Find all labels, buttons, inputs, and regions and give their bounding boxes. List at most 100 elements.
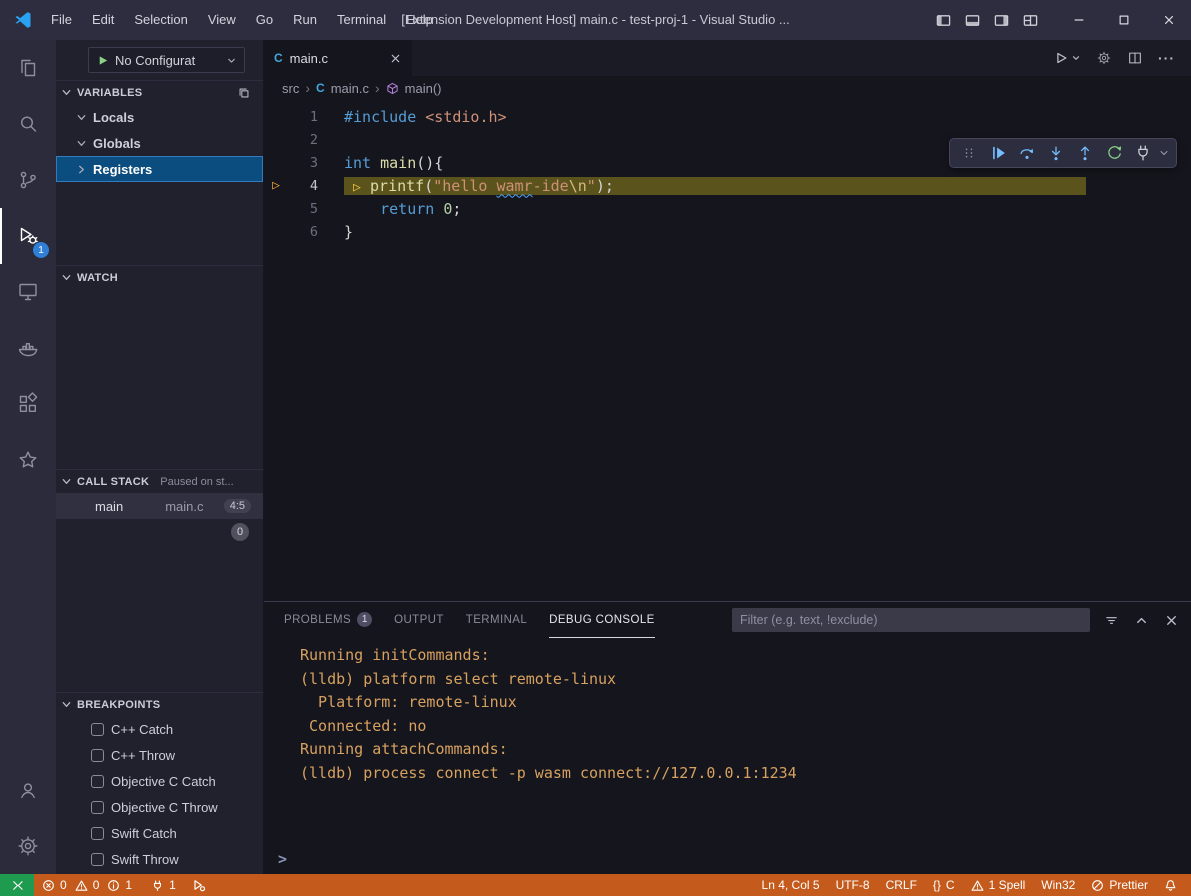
filter-icon[interactable] xyxy=(1104,613,1119,628)
copy-value-icon[interactable] xyxy=(237,86,251,100)
menu-terminal[interactable]: Terminal xyxy=(327,0,396,40)
code-line-4[interactable]: ▷4 ▷printf("hello wamr-ide\n"); xyxy=(264,174,1191,197)
variables-item-registers[interactable]: Registers xyxy=(56,156,263,182)
activity-favorites[interactable] xyxy=(0,432,56,488)
activity-accounts[interactable] xyxy=(0,762,56,818)
play-icon xyxy=(1053,50,1069,66)
breadcrumb-symbol[interactable]: main() xyxy=(405,81,442,96)
activity-run-and-debug[interactable]: 1 xyxy=(0,208,56,264)
disconnect-button[interactable] xyxy=(1129,141,1156,165)
code-line-content[interactable]: } xyxy=(344,223,1191,241)
watch-section-header[interactable]: WATCH xyxy=(56,265,263,289)
step-over-button[interactable] xyxy=(1013,141,1040,165)
restart-button[interactable] xyxy=(1100,141,1127,165)
menu-edit[interactable]: Edit xyxy=(82,0,124,40)
call-stack-section-header[interactable]: CALL STACK Paused on st... xyxy=(56,469,263,493)
menu-run[interactable]: Run xyxy=(283,0,327,40)
maximize-panel-icon[interactable] xyxy=(1134,613,1149,628)
configure-gear-button[interactable] xyxy=(1096,50,1112,66)
breakpoint-item[interactable]: C++ Throw xyxy=(56,742,263,768)
more-actions-button[interactable]: ··· xyxy=(1158,50,1175,66)
variables-item-locals[interactable]: Locals xyxy=(56,104,263,130)
code-line-1[interactable]: 1#include <stdio.h> xyxy=(264,105,1191,128)
notifications-bell[interactable] xyxy=(1156,874,1185,896)
breakpoint-item[interactable]: Swift Throw xyxy=(56,846,263,872)
split-editor-button[interactable] xyxy=(1127,50,1143,66)
breakpoint-item[interactable]: Objective C Throw xyxy=(56,794,263,820)
breakpoint-item[interactable]: Objective C Catch xyxy=(56,768,263,794)
step-out-button[interactable] xyxy=(1071,141,1098,165)
encoding-indicator[interactable]: UTF-8 xyxy=(828,874,878,896)
ports-status[interactable]: 1 xyxy=(143,874,184,896)
breadcrumb-file[interactable]: main.c xyxy=(331,81,369,96)
panel-tab-problems[interactable]: PROBLEMS1 xyxy=(284,602,372,638)
chevron-down-icon[interactable] xyxy=(1158,147,1171,159)
variables-section-header[interactable]: VARIABLES xyxy=(56,80,263,104)
debug-console-input[interactable]: > xyxy=(264,844,1191,874)
debug-session-status[interactable] xyxy=(184,874,214,896)
console-filter-input[interactable] xyxy=(732,608,1090,632)
breadcrumb-folder[interactable]: src xyxy=(282,81,299,96)
formatter-status[interactable]: Prettier xyxy=(1083,874,1156,896)
customize-layout-icon[interactable] xyxy=(1023,13,1038,28)
activity-source-control[interactable] xyxy=(0,152,56,208)
toggle-sidebar-right-icon[interactable] xyxy=(994,13,1009,28)
panel-tab-terminal[interactable]: TERMINAL xyxy=(466,602,527,638)
activity-search[interactable] xyxy=(0,96,56,152)
code-line-6[interactable]: 6} xyxy=(264,220,1191,243)
cursor-position[interactable]: Ln 4, Col 5 xyxy=(754,874,828,896)
tab-main-c[interactable]: C main.c xyxy=(264,40,412,76)
drag-handle-icon[interactable] xyxy=(955,141,982,165)
close-window-button[interactable] xyxy=(1146,0,1191,40)
remote-indicator[interactable] xyxy=(0,874,34,896)
menu-go[interactable]: Go xyxy=(246,0,283,40)
breakpoint-item[interactable]: Swift Catch xyxy=(56,820,263,846)
close-panel-icon[interactable] xyxy=(1164,613,1179,628)
breakpoint-checkbox[interactable] xyxy=(91,723,104,736)
activity-settings[interactable] xyxy=(0,818,56,874)
activity-extensions[interactable] xyxy=(0,376,56,432)
breakpoint-checkbox[interactable] xyxy=(91,853,104,866)
panel-tab-label: TERMINAL xyxy=(466,614,527,626)
workbench: 1 No Configurat VARIABLES xyxy=(0,40,1191,874)
debug-config-dropdown[interactable]: No Configurat xyxy=(88,47,245,73)
continue-button[interactable] xyxy=(984,141,1011,165)
problems-status[interactable]: 0 0 1 xyxy=(34,874,143,896)
panel-tab-output[interactable]: OUTPUT xyxy=(394,602,444,638)
variables-title: VARIABLES xyxy=(77,87,142,99)
menu-file[interactable]: File xyxy=(41,0,82,40)
spell-checker-status[interactable]: 1 Spell xyxy=(963,874,1034,896)
activity-docker[interactable] xyxy=(0,320,56,376)
menu-view[interactable]: View xyxy=(198,0,246,40)
activity-remote-explorer[interactable] xyxy=(0,264,56,320)
breakpoint-checkbox[interactable] xyxy=(91,749,104,762)
step-into-button[interactable] xyxy=(1042,141,1069,165)
activity-explorer[interactable] xyxy=(0,40,56,96)
chevron-down-icon xyxy=(226,55,237,66)
code-token: printf xyxy=(370,177,424,195)
minimize-button[interactable] xyxy=(1056,0,1101,40)
run-or-debug-button[interactable] xyxy=(1053,50,1081,66)
code-line-5[interactable]: 5 return 0; xyxy=(264,197,1191,220)
maximize-button[interactable] xyxy=(1101,0,1146,40)
variables-item-globals[interactable]: Globals xyxy=(56,130,263,156)
eol-indicator[interactable]: CRLF xyxy=(878,874,925,896)
breakpoint-checkbox[interactable] xyxy=(91,801,104,814)
platform-indicator[interactable]: Win32 xyxy=(1033,874,1083,896)
toggle-panel-icon[interactable] xyxy=(965,13,980,28)
breakpoint-checkbox[interactable] xyxy=(91,827,104,840)
breakpoint-checkbox[interactable] xyxy=(91,775,104,788)
code-line-content[interactable]: return 0; xyxy=(344,200,1191,218)
code-line-content[interactable]: #include <stdio.h> xyxy=(344,108,1191,126)
panel-tab-debug-console[interactable]: DEBUG CONSOLE xyxy=(549,602,655,638)
close-tab-icon[interactable] xyxy=(389,52,402,65)
code-editor[interactable]: 1#include <stdio.h>23int main(){▷4 ▷prin… xyxy=(264,100,1191,601)
breakpoints-section-header[interactable]: BREAKPOINTS xyxy=(56,692,263,716)
debug-current-line-arrow-icon[interactable]: ▷ xyxy=(264,178,288,193)
breakpoint-item[interactable]: C++ Catch xyxy=(56,716,263,742)
language-mode[interactable]: {} C xyxy=(925,874,963,896)
toggle-sidebar-left-icon[interactable] xyxy=(936,13,951,28)
code-line-content[interactable]: ▷printf("hello wamr-ide\n"); xyxy=(344,177,1086,195)
call-stack-frame[interactable]: main main.c 4:5 xyxy=(56,493,263,519)
menu-selection[interactable]: Selection xyxy=(124,0,197,40)
